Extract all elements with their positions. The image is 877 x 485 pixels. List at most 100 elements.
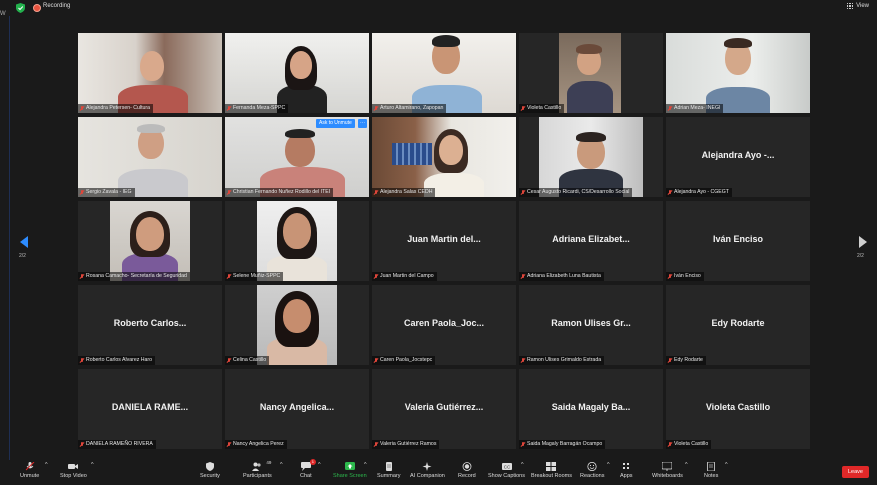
muted-mic-icon (668, 441, 672, 448)
chat-options-chevron-icon[interactable]: ^ (318, 462, 321, 468)
participant-name: Alejandra Ayo - CGEGT (674, 189, 729, 195)
muted-mic-icon (374, 441, 378, 448)
video-tile[interactable]: Juan Martin del... Juan Martin del Campo (372, 201, 516, 281)
previous-page-arrow-icon[interactable] (20, 236, 28, 248)
muted-mic-icon (521, 273, 525, 280)
video-tile[interactable]: Roberto Carlos... Roberto Carlos Alvarez… (78, 285, 222, 365)
video-tile[interactable]: Adrian Meza- INEGI (666, 33, 810, 113)
notes-options-chevron-icon[interactable]: ^ (725, 462, 728, 468)
stop-video-button[interactable]: Stop Video (60, 462, 87, 479)
video-tile[interactable]: Iván Enciso Iván Enciso (666, 201, 810, 281)
video-tile[interactable]: Sergio Zavala - IEG (78, 117, 222, 197)
video-tile[interactable]: Alejandra Petersen- Cultura (78, 33, 222, 113)
edge-letter: W (0, 11, 6, 17)
participant-name: Juan Martin del Campo (380, 273, 434, 279)
muted-mic-icon (227, 357, 231, 364)
notes-button[interactable]: Notes (704, 462, 718, 479)
video-tile[interactable]: Adriana Elizabet... Adriana Elizabeth Lu… (519, 201, 663, 281)
participant-display-name: Violeta Castillo (705, 402, 771, 412)
participant-display-name: Caren Paola_Joc... (403, 318, 485, 328)
video-options-chevron-icon[interactable]: ^ (91, 462, 94, 468)
reactions-options-chevron-icon[interactable]: ^ (607, 462, 610, 468)
participant-display-name: Nancy Angelica... (259, 402, 335, 412)
whiteboards-options-chevron-icon[interactable]: ^ (685, 462, 688, 468)
summary-button[interactable]: Summary (377, 462, 401, 479)
participant-display-name: Saida Magaly Ba... (551, 402, 631, 412)
video-tile[interactable]: Christian Fernando Nuñez Rodillo del ITE… (225, 117, 369, 197)
breakout-rooms-button[interactable]: Breakout Rooms (531, 462, 572, 479)
svg-text:CC: CC (503, 465, 510, 470)
captions-cc-icon: CC (501, 463, 512, 470)
video-tile[interactable]: Alejandra Salas CEDH (372, 117, 516, 197)
muted-mic-icon (521, 357, 525, 364)
participant-name: DANIELA RAMEÑO RIVERA (86, 441, 153, 447)
video-tile[interactable]: Valeria Gutiérrez... Valeria Gutiérrez R… (372, 369, 516, 449)
participants-icon: 49 (252, 460, 271, 471)
video-tile[interactable]: Rosana Camacho- Secretaría de Seguridad (78, 201, 222, 281)
participant-name: Edy Rodarte (674, 357, 703, 363)
video-tile[interactable]: Fernanda Meza-SPPC (225, 33, 369, 113)
video-tile[interactable]: Saida Magaly Ba... Saida Magaly Barragán… (519, 369, 663, 449)
participants-button[interactable]: 49 Participants (243, 460, 272, 479)
video-tile[interactable]: Selene Muñiz-SPPC (225, 201, 369, 281)
share-screen-button[interactable]: Share Screen (333, 462, 367, 479)
video-tile[interactable]: Edy Rodarte Edy Rodarte (666, 285, 810, 365)
muted-mic-icon (227, 105, 231, 112)
ai-companion-button[interactable]: AI Companion (410, 462, 445, 479)
breakout-rooms-icon (546, 462, 557, 471)
next-page-arrow-icon[interactable] (859, 236, 867, 248)
captions-options-chevron-icon[interactable]: ^ (521, 462, 524, 468)
apps-button[interactable]: Apps (620, 462, 633, 479)
page-counter-right: 2/2 (857, 253, 864, 259)
whiteboards-button[interactable]: Whiteboards (652, 462, 683, 479)
record-button[interactable]: Record (458, 462, 476, 479)
participant-name: Fernanda Meza-SPPC (233, 105, 286, 111)
participants-options-chevron-icon[interactable]: ^ (280, 462, 283, 468)
video-tile[interactable]: Arturo Altamirano, Zapopan (372, 33, 516, 113)
security-button[interactable]: Security (200, 462, 220, 479)
video-tile[interactable]: Celina Castillo (225, 285, 369, 365)
video-tile[interactable]: Violeta Castillo Violeta Castillo (666, 369, 810, 449)
apps-icon (623, 463, 630, 469)
muted-mic-icon (25, 462, 34, 471)
video-tile[interactable]: DANIELA RAME... DANIELA RAMEÑO RIVERA (78, 369, 222, 449)
muted-mic-icon (374, 105, 378, 112)
view-label: View (856, 3, 869, 9)
participant-name: Valeria Gutiérrez Ramos (380, 441, 437, 447)
video-tile[interactable]: Cesar Augusto Ricardi, CS/Desarrollo Soc… (519, 117, 663, 197)
participant-name: Roberto Carlos Alvarez Haro (86, 357, 153, 363)
participant-display-name: Alejandra Ayo -... (701, 150, 775, 160)
muted-mic-icon (80, 357, 84, 364)
view-button[interactable]: View (847, 3, 869, 9)
notes-icon (707, 462, 716, 471)
muted-mic-icon (80, 273, 84, 280)
participant-name: Ramon Ulises Grimaldo Estrada (527, 357, 602, 363)
participant-display-name: Valeria Gutiérrez... (404, 402, 484, 412)
video-tile[interactable]: Caren Paola_Joc... Caren Paola_Jocstepc (372, 285, 516, 365)
ai-sparkle-icon (422, 462, 432, 471)
participant-name: Adriana Elizabeth Luna Bautista (527, 273, 601, 279)
summary-document-icon (385, 462, 392, 471)
participant-name: Arturo Altamirano, Zapopan (380, 105, 444, 111)
muted-mic-icon (521, 189, 525, 196)
participant-display-name: Roberto Carlos... (113, 318, 187, 328)
muted-mic-icon (80, 441, 84, 448)
video-tile[interactable]: Nancy Angelica... Nancy Angelica Perez (225, 369, 369, 449)
ask-to-unmute-button[interactable]: Ask to Unmute (316, 119, 355, 128)
record-icon (462, 462, 472, 471)
grid-view-icon (847, 3, 854, 9)
security-shield-icon (16, 3, 25, 13)
audio-options-chevron-icon[interactable]: ^ (45, 462, 48, 468)
participant-display-name: DANIELA RAME... (111, 402, 189, 412)
chat-button[interactable]: 1 Chat (300, 459, 316, 479)
share-options-chevron-icon[interactable]: ^ (364, 462, 367, 468)
more-options-button[interactable]: ··· (358, 119, 367, 128)
leave-button[interactable]: Leave (842, 466, 869, 478)
unmute-button[interactable]: Unmute (20, 462, 39, 479)
video-tile[interactable]: Ramon Ulises Gr... Ramon Ulises Grimaldo… (519, 285, 663, 365)
participant-name: Christian Fernando Nuñez Rodillo del ITE… (233, 189, 331, 195)
show-captions-button[interactable]: CC Show Captions (488, 462, 525, 479)
video-tile[interactable]: Violeta Castillo (519, 33, 663, 113)
video-tile[interactable]: Alejandra Ayo -... Alejandra Ayo - CGEGT (666, 117, 810, 197)
reactions-button[interactable]: Reactions (580, 462, 604, 479)
